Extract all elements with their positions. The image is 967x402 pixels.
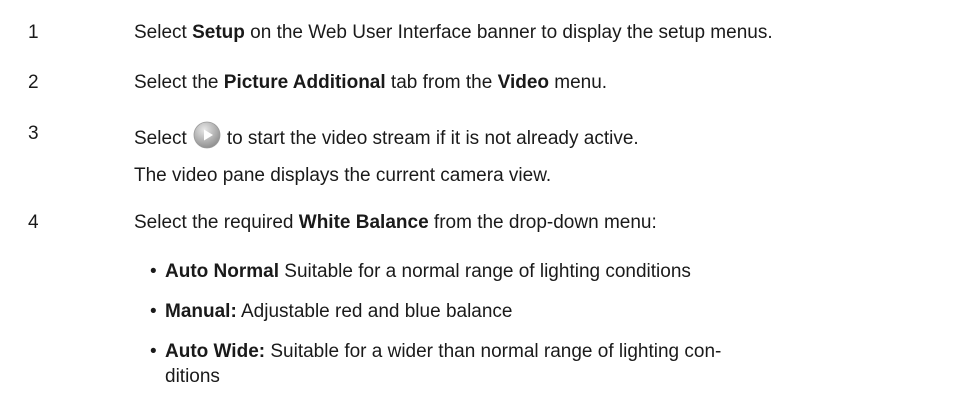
setup-label: Setup — [192, 22, 245, 43]
bullet-title: Manual: — [165, 301, 237, 322]
bullet-description: Suitable for a wider than normal range o… — [265, 341, 722, 362]
play-icon — [193, 121, 221, 149]
step-4: 4 Select the required White Balance from… — [0, 210, 967, 236]
step-text-part: on the Web User Interface banner to disp… — [244, 22, 773, 43]
bullet-dot: • — [150, 261, 157, 282]
step-number: 1 — [28, 22, 39, 43]
step-text: Select to start the video stream if it i… — [134, 121, 639, 152]
bullet-dot: • — [150, 341, 157, 362]
step-text: Select the required White Balance from t… — [134, 210, 657, 236]
step-2: 2 Select the Picture Additional tab from… — [0, 70, 967, 96]
step-text: Select the Picture Additional tab from t… — [134, 70, 607, 96]
step-number: 3 — [28, 123, 39, 144]
bullet-description: Suitable for a normal range of lighting … — [279, 261, 691, 282]
step-text: Select Setup on the Web User Interface b… — [134, 20, 773, 46]
step-note: The video pane displays the current came… — [134, 165, 552, 186]
bullet-description: Adjustable red and blue balance — [236, 301, 513, 322]
step-text-part: Select the — [134, 72, 224, 93]
step-3: 3 Select to start the video stream if it… — [0, 121, 967, 149]
video-label: Video — [497, 72, 549, 93]
step-text-part: to start the video stream if it is not a… — [226, 128, 639, 149]
picture-additional-label: Picture Additional — [223, 72, 386, 93]
step-text-part: Select — [134, 128, 187, 149]
step-text-part: Select the required — [134, 212, 299, 233]
bullet-title: Auto Normal — [165, 261, 279, 282]
step-1: 1 Select Setup on the Web User Interface… — [0, 20, 967, 46]
bullet-auto-normal: • Auto Normal Suitable for a normal rang… — [0, 259, 967, 285]
bullet-text: Manual: Adjustable red and blue balance — [165, 299, 513, 325]
step-text-part: from the drop-down menu: — [428, 212, 657, 233]
bullet-continuation: ditions — [165, 366, 220, 387]
step-number: 2 — [28, 72, 39, 93]
bullet-dot: • — [150, 301, 157, 322]
bullet-title: Auto Wide: — [165, 341, 266, 362]
step-3-note: The video pane displays the current came… — [0, 163, 967, 189]
step-text-part: Select — [134, 22, 193, 43]
bullet-auto-wide-continuation: ditions — [0, 364, 967, 390]
white-balance-label: White Balance — [298, 212, 429, 233]
step-text-part: tab from the — [385, 72, 498, 93]
step-number: 4 — [28, 212, 39, 233]
bullet-manual: • Manual: Adjustable red and blue balanc… — [0, 299, 967, 325]
bullet-text: Auto Wide: Suitable for a wider than nor… — [165, 339, 721, 365]
bullet-auto-wide: • Auto Wide: Suitable for a wider than n… — [0, 339, 967, 365]
step-text-part: menu. — [549, 72, 608, 93]
bullet-text: Auto Normal Suitable for a normal range … — [165, 259, 691, 285]
